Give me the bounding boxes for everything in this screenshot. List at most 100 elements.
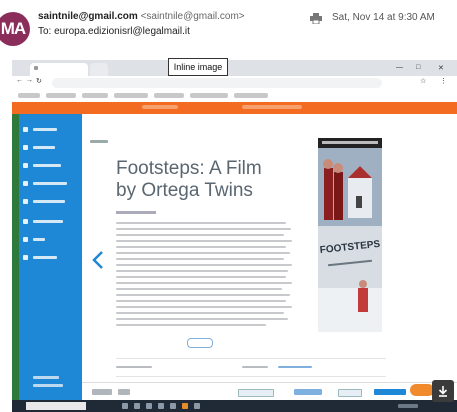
list-icon: [23, 199, 28, 204]
bookmark-item[interactable]: [82, 93, 108, 98]
action-bar-item[interactable]: [118, 389, 130, 395]
bookmark-item[interactable]: [18, 93, 40, 98]
article-panel: Footsteps: A Film by Ortega Twins FOOTST…: [82, 114, 457, 400]
maximize-icon[interactable]: □: [416, 64, 420, 71]
dashboard-icon: [23, 145, 28, 150]
bookmark-item[interactable]: [190, 93, 228, 98]
action-link[interactable]: [294, 389, 322, 395]
recipient-line: To: europa.edizionisrl@legalmail.it: [38, 26, 190, 37]
sidebar-item[interactable]: [21, 180, 79, 188]
back-link[interactable]: [90, 140, 108, 143]
chat-button[interactable]: [410, 384, 434, 396]
sidebar-item-label: [33, 182, 67, 185]
article-meta: [116, 211, 156, 214]
article-paragraph-line: [116, 300, 286, 302]
folder-icon: [23, 181, 28, 186]
action-button[interactable]: [338, 389, 362, 397]
film-poster[interactable]: FOOTSTEPS: [318, 138, 382, 332]
bookmark-item[interactable]: [46, 93, 76, 98]
article-paragraph-line: [116, 312, 284, 314]
article-paragraph-line: [116, 318, 288, 320]
bookmark-item[interactable]: [154, 93, 184, 98]
bookmark-item[interactable]: [234, 93, 268, 98]
print-icon[interactable]: [310, 13, 322, 24]
reload-icon[interactable]: ↻: [36, 77, 42, 85]
poster-artwork: [318, 138, 382, 332]
article-paragraph-line: [116, 246, 286, 248]
recipient-address[interactable]: europa.edizionisrl@legalmail.it: [54, 26, 190, 37]
sidebar-item[interactable]: [21, 126, 79, 134]
article-paragraph-line: [116, 294, 290, 296]
sender-line: saintnile@gmail.com <saintnile@gmail.com…: [38, 11, 245, 22]
sidebar-item-label: [33, 200, 65, 203]
taskbar-search-input[interactable]: [26, 402, 86, 410]
sidebar-item-label: [33, 238, 45, 241]
primary-action-button[interactable]: [374, 389, 406, 395]
taskbar-app-icon[interactable]: [158, 403, 164, 409]
action-bar-item[interactable]: [92, 389, 112, 395]
translate-label: [242, 366, 268, 368]
article-title: Footsteps: A Film by Ortega Twins: [116, 158, 262, 201]
sidebar-item[interactable]: [21, 198, 79, 206]
article-paragraph-line: [116, 324, 266, 326]
bookmark-item[interactable]: [114, 93, 148, 98]
star-icon[interactable]: ☆: [420, 77, 426, 85]
sidebar-item-label: [33, 256, 57, 259]
browser-tab-strip: — □ ✕: [12, 60, 457, 76]
sidebar-item-label: [33, 164, 61, 167]
phone-icon: [23, 255, 28, 260]
action-button[interactable]: [238, 389, 274, 397]
article-paragraph-line: [116, 234, 284, 236]
banner-text: [242, 105, 302, 109]
article-paragraph-line: [116, 276, 286, 278]
email-date: Sat, Nov 14 at 9:30 AM: [332, 12, 435, 23]
sidebar-footer: [33, 376, 59, 379]
sidebar-item-label: [33, 220, 63, 223]
article-paragraph-line: [116, 252, 290, 254]
sender-email[interactable]: saintnile@gmail.com: [38, 11, 138, 22]
taskbar-app-icon[interactable]: [182, 403, 188, 409]
sender-avatar[interactable]: MA: [0, 12, 30, 46]
taskbar: [12, 400, 457, 412]
browser-tab[interactable]: [90, 63, 108, 76]
notification-banner: [12, 102, 457, 114]
menu-dots-icon[interactable]: ⋮: [440, 77, 447, 85]
system-clock: [398, 404, 418, 408]
forward-arrow-icon[interactable]: →: [26, 77, 33, 84]
chevron-left-icon[interactable]: [92, 250, 104, 270]
gear-icon: [23, 219, 28, 224]
profile-icon: [23, 127, 28, 132]
back-arrow-icon[interactable]: ←: [16, 77, 23, 84]
sidebar-item[interactable]: [21, 218, 79, 226]
article-paragraph-line: [116, 258, 284, 260]
minimize-icon[interactable]: —: [396, 64, 403, 71]
inline-image-tooltip: Inline image: [168, 58, 228, 76]
download-button[interactable]: [432, 380, 454, 402]
sidebar-item-label: [33, 128, 57, 131]
taskbar-app-icon[interactable]: [170, 403, 176, 409]
taskbar-app-icon[interactable]: [146, 403, 152, 409]
read-more-button[interactable]: [187, 338, 213, 348]
sidebar-item[interactable]: [21, 254, 79, 262]
article-paragraph-line: [116, 270, 288, 272]
download-icon: [438, 386, 448, 397]
help-icon: [23, 237, 28, 242]
inline-image[interactable]: — □ ✕ ← → ↻ ☆ ⋮ Footsteps: A Film by Ort…: [12, 60, 457, 412]
sidebar-item-label: [33, 146, 55, 149]
taskbar-app-icon[interactable]: [194, 403, 200, 409]
sidebar-item[interactable]: [21, 144, 79, 152]
article-paragraph-line: [116, 282, 292, 284]
language-select[interactable]: [278, 366, 312, 368]
email-header: MA saintnile@gmail.com <saintnile@gmail.…: [0, 0, 457, 56]
sidebar-item[interactable]: [21, 162, 79, 170]
divider: [116, 376, 386, 377]
sidebar-item[interactable]: [21, 236, 79, 244]
url-input[interactable]: [52, 78, 382, 88]
taskbar-app-icon[interactable]: [122, 403, 128, 409]
article-paragraph-line: [116, 306, 292, 308]
browser-tab[interactable]: [30, 63, 88, 76]
close-icon[interactable]: ✕: [438, 64, 444, 72]
taskbar-app-icon[interactable]: [134, 403, 140, 409]
article-paragraph-line: [116, 288, 282, 290]
article-paragraph-line: [116, 222, 286, 224]
